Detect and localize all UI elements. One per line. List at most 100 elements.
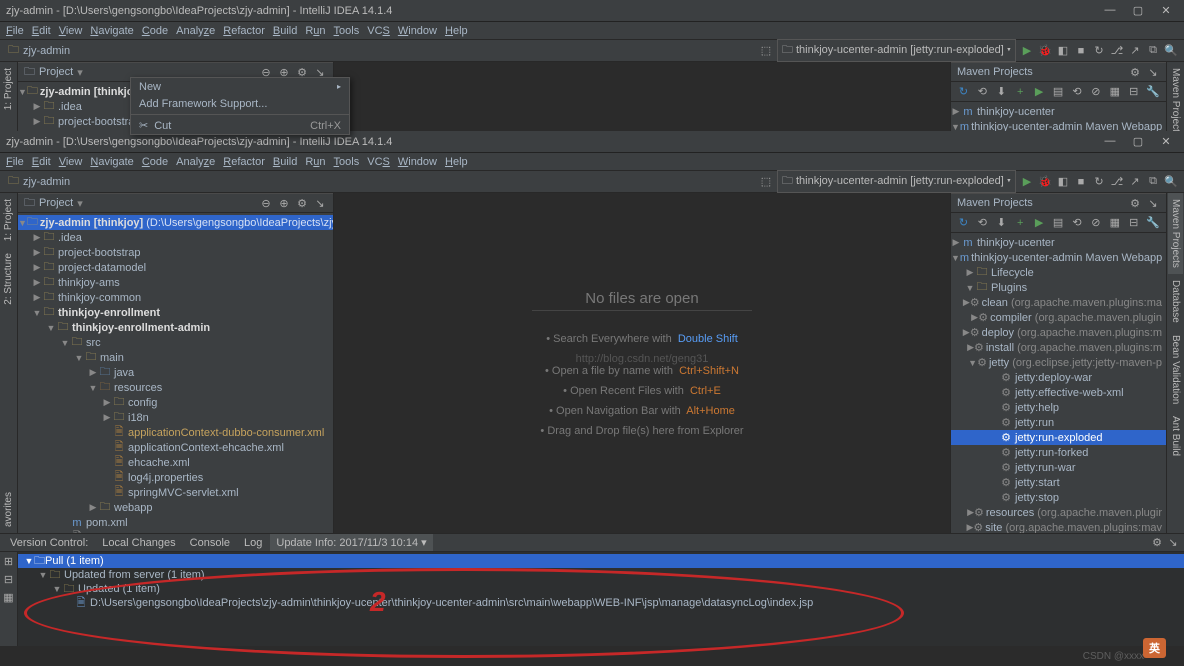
update-icon[interactable]: ↻ bbox=[1092, 175, 1106, 189]
mv-clean[interactable]: ▶⚙clean (org.apache.maven.plugins:ma bbox=[951, 295, 1166, 310]
btab-update[interactable]: Update Info: 2017/11/3 10:14 ▾ bbox=[270, 534, 432, 551]
cm-cut[interactable]: ✂CutCtrl+X bbox=[131, 117, 349, 134]
menu-window[interactable]: Window bbox=[398, 25, 437, 37]
reimport-icon[interactable]: ↻ bbox=[957, 85, 970, 99]
tree-main[interactable]: ▼🗀main bbox=[18, 350, 333, 365]
show-deps-icon[interactable]: ▦ bbox=[1108, 85, 1121, 99]
tree-acdc[interactable]: 🗎applicationContext-dubbo-consumer.xml bbox=[18, 425, 333, 440]
coverage-icon[interactable]: ◧ bbox=[1056, 44, 1070, 58]
maven-settings-icon[interactable]: 🔧 bbox=[1146, 216, 1160, 230]
tree-bootstrap[interactable]: ▶🗀project-bootstrap bbox=[18, 245, 333, 260]
menu-analyze[interactable]: Analyze bbox=[176, 156, 215, 168]
menu-refactor[interactable]: Refactor bbox=[223, 156, 265, 168]
mv-jhelp[interactable]: ⚙jetty:help bbox=[951, 400, 1166, 415]
mv-install[interactable]: ▶⚙install (org.apache.maven.plugins:m bbox=[951, 340, 1166, 355]
mv-jewx[interactable]: ⚙jetty:effective-web-xml bbox=[951, 385, 1166, 400]
mv-site[interactable]: ▶⚙site (org.apache.maven.plugins:mav bbox=[951, 520, 1166, 533]
tree-aceh[interactable]: 🗎applicationContext-ehcache.xml bbox=[18, 440, 333, 455]
mv-plugins[interactable]: ▼🗀Plugins bbox=[951, 280, 1166, 295]
sidetab-project-1[interactable]: 1: Project bbox=[1, 62, 16, 116]
tree-enroll-admin[interactable]: ▼🗀thinkjoy-enrollment-admin bbox=[18, 320, 333, 335]
menu-build[interactable]: Build bbox=[273, 156, 297, 168]
ime-badge[interactable]: 英 bbox=[1143, 638, 1166, 658]
sidetab-structure[interactable]: 2: Structure bbox=[1, 247, 16, 311]
mv-jetty[interactable]: ▼⚙jetty (org.eclipse.jetty:jetty-maven-p bbox=[951, 355, 1166, 370]
hide-icon[interactable]: ↘ bbox=[1146, 65, 1160, 79]
mv-jrun[interactable]: ⚙jetty:run bbox=[951, 415, 1166, 430]
menu-help[interactable]: Help bbox=[445, 156, 468, 168]
menu-vcs[interactable]: VCS bbox=[367, 156, 390, 168]
debug-icon[interactable]: 🐞 bbox=[1038, 44, 1052, 58]
download-icon[interactable]: ⬇ bbox=[995, 216, 1008, 230]
mv-jrw[interactable]: ⚙jetty:run-war bbox=[951, 460, 1166, 475]
stop-icon[interactable]: ■ bbox=[1074, 175, 1088, 189]
branch-icon[interactable]: ⎇ bbox=[1110, 44, 1124, 58]
run-icon[interactable]: ▶ bbox=[1020, 44, 1034, 58]
reimport-icon[interactable]: ↻ bbox=[957, 216, 970, 230]
menu-edit[interactable]: Edit bbox=[32, 156, 51, 168]
mv-lifecycle[interactable]: ▶🗀Lifecycle bbox=[951, 265, 1166, 280]
sidetab-antbuild[interactable]: Ant Build bbox=[1168, 410, 1183, 462]
mv-jdw[interactable]: ⚙jetty:deploy-war bbox=[951, 370, 1166, 385]
menu-edit[interactable]: Edit bbox=[32, 25, 51, 37]
hide-icon[interactable]: ↘ bbox=[1146, 196, 1160, 210]
exec-icon[interactable]: ▤ bbox=[1052, 85, 1065, 99]
tree-ams[interactable]: ▶🗀thinkjoy-ams bbox=[18, 275, 333, 290]
hide-icon[interactable]: ↘ bbox=[1166, 536, 1180, 550]
collapse-all-icon[interactable]: ⊟ bbox=[1127, 85, 1140, 99]
tree-src[interactable]: ▼🗀src bbox=[18, 335, 333, 350]
debug-icon[interactable]: 🐞 bbox=[1038, 175, 1052, 189]
add-icon[interactable]: + bbox=[1014, 216, 1027, 230]
download-icon[interactable]: ⬇ bbox=[995, 85, 1008, 99]
skip-tests-icon[interactable]: ⊘ bbox=[1089, 85, 1102, 99]
maven-settings-icon[interactable]: 🔧 bbox=[1146, 85, 1160, 99]
mv-compiler[interactable]: ▶⚙compiler (org.apache.maven.plugin bbox=[951, 310, 1166, 325]
gear-icon[interactable]: ⚙ bbox=[1128, 65, 1142, 79]
menu-view[interactable]: View bbox=[59, 156, 83, 168]
tree-webapp[interactable]: ▶🗀webapp bbox=[18, 500, 333, 515]
menu-refactor[interactable]: Refactor bbox=[223, 25, 265, 37]
mv-webapp[interactable]: ▼mthinkjoy-ucenter-admin Maven Webapp bbox=[951, 250, 1166, 265]
run-maven-icon[interactable]: ▶ bbox=[1033, 85, 1046, 99]
breadcrumb-project[interactable]: zjy-admin bbox=[23, 45, 70, 57]
settings-icon[interactable]: ⧉ bbox=[1146, 175, 1160, 189]
settings-icon[interactable]: ⧉ bbox=[1146, 44, 1160, 58]
sidetab-database[interactable]: Database bbox=[1168, 274, 1183, 329]
cm-add-framework[interactable]: Add Framework Support... bbox=[131, 95, 349, 112]
group-icon[interactable]: ▦ bbox=[2, 590, 16, 604]
coverage-icon[interactable]: ◧ bbox=[1056, 175, 1070, 189]
btab-log[interactable]: Log bbox=[238, 535, 268, 551]
menu-view[interactable]: View bbox=[59, 25, 83, 37]
menu-help[interactable]: Help bbox=[445, 25, 468, 37]
menu-window[interactable]: Window bbox=[398, 156, 437, 168]
mv-jstart[interactable]: ⚙jetty:start bbox=[951, 475, 1166, 490]
mv-jstop[interactable]: ⚙jetty:stop bbox=[951, 490, 1166, 505]
exec-icon[interactable]: ▤ bbox=[1052, 216, 1065, 230]
menu-tools[interactable]: Tools bbox=[334, 25, 360, 37]
tree-springmvc[interactable]: 🗎springMVC-servlet.xml bbox=[18, 485, 333, 500]
push-icon[interactable]: ↗ bbox=[1128, 175, 1142, 189]
maximize-icon[interactable]: ▢ bbox=[1130, 4, 1146, 17]
gear-icon[interactable]: ⚙ bbox=[1128, 196, 1142, 210]
breadcrumb-project[interactable]: zjy-admin bbox=[23, 176, 70, 188]
collapse-all-icon[interactable]: ⊟ bbox=[2, 572, 16, 586]
file-row[interactable]: 🗎D:\Users\gengsongbo\IdeaProjects\zjy-ad… bbox=[18, 596, 1184, 610]
tree-i18n[interactable]: ▶🗀i18n bbox=[18, 410, 333, 425]
show-deps-icon[interactable]: ▦ bbox=[1108, 216, 1121, 230]
stop-icon[interactable]: ■ bbox=[1074, 44, 1088, 58]
btab-local[interactable]: Local Changes bbox=[96, 535, 181, 551]
gear-icon[interactable]: ⚙ bbox=[295, 196, 309, 210]
cm-new[interactable]: New▸ bbox=[131, 78, 349, 95]
tree-enroll[interactable]: ▼🗀thinkjoy-enrollment bbox=[18, 305, 333, 320]
menu-tools[interactable]: Tools bbox=[334, 156, 360, 168]
tree-resources[interactable]: ▼🗀resources bbox=[18, 380, 333, 395]
run-maven-icon[interactable]: ▶ bbox=[1033, 216, 1046, 230]
close-icon[interactable]: ✕ bbox=[1158, 135, 1174, 148]
mv-ucenter[interactable]: ▶mthinkjoy-ucenter bbox=[951, 235, 1166, 250]
ufs-row[interactable]: ▼🗀Updated from server (1 item) bbox=[18, 568, 1184, 582]
menu-file[interactable]: File bbox=[6, 25, 24, 37]
tree-pom[interactable]: mpom.xml bbox=[18, 515, 333, 530]
run-config-combo[interactable]: 🗀 thinkjoy-ucenter-admin [jetty:run-expl… bbox=[777, 39, 1016, 62]
tree-ehcache[interactable]: 🗎ehcache.xml bbox=[18, 455, 333, 470]
minimize-icon[interactable]: — bbox=[1102, 4, 1118, 17]
